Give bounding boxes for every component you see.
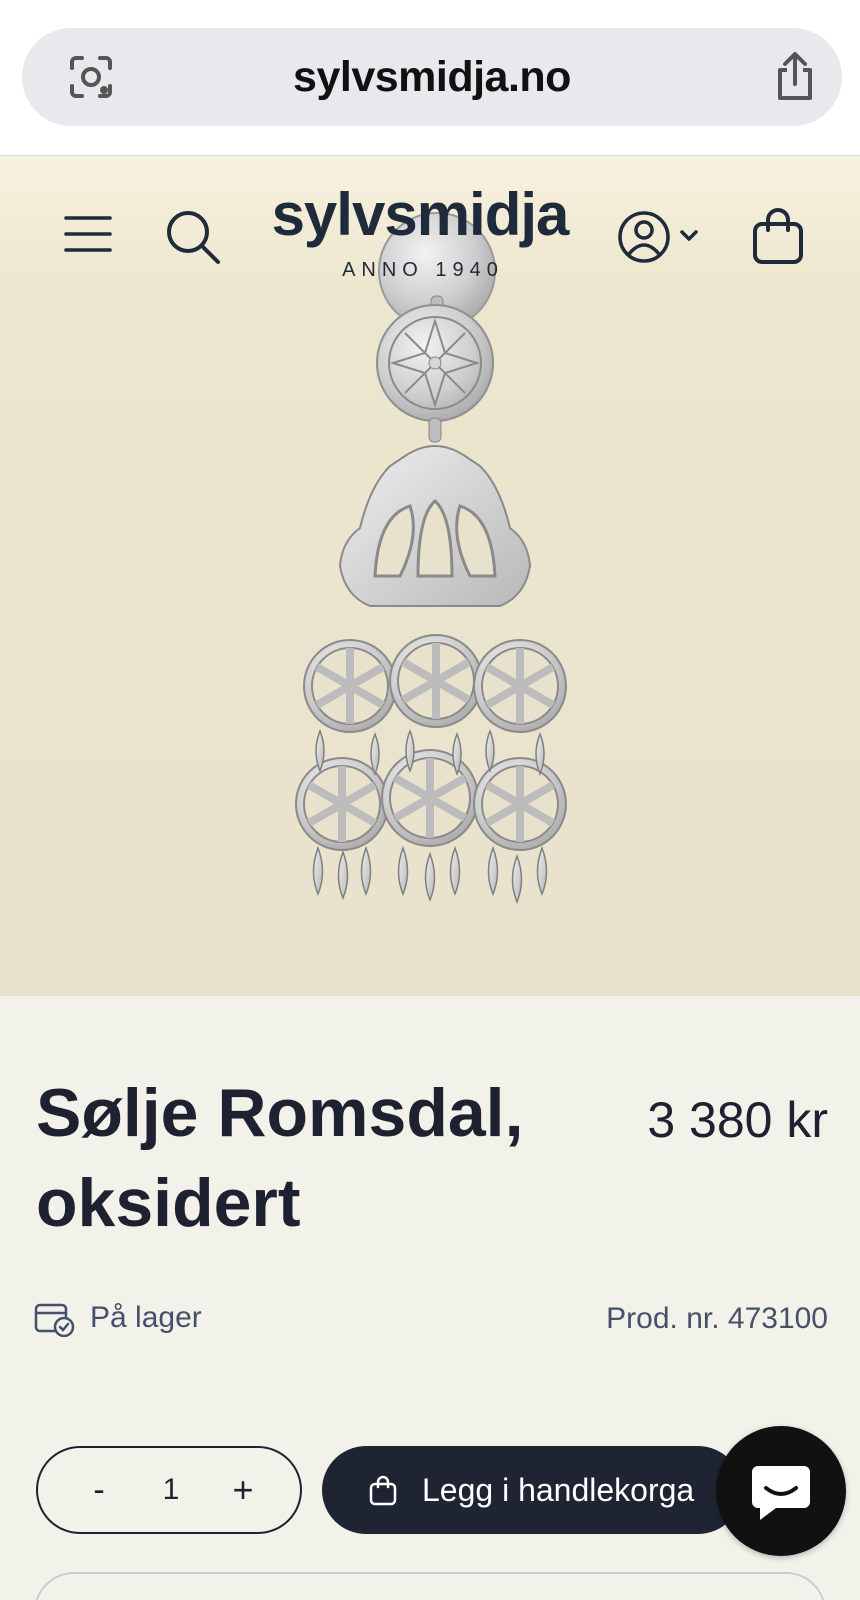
add-to-cart-label: Legg i handlekorga	[422, 1472, 695, 1508]
quantity-increase-button[interactable]: +	[218, 1448, 268, 1532]
site-header: sylvsmidja ANNO 1940	[0, 156, 860, 306]
url-text[interactable]: sylvsmidja.no	[22, 28, 842, 126]
menu-icon[interactable]	[62, 212, 114, 256]
address-bar[interactable]: sylvsmidja.no	[22, 28, 842, 126]
quantity-value[interactable]: 1	[138, 1448, 204, 1532]
add-to-cart-button[interactable]: Legg i handlekorga	[322, 1446, 742, 1534]
shopping-bag-icon	[368, 1474, 398, 1506]
lens-icon[interactable]	[66, 52, 116, 102]
account-menu-button[interactable]	[614, 206, 704, 268]
share-icon[interactable]	[770, 50, 820, 104]
product-price: 3 380 kr	[647, 1092, 828, 1148]
quantity-stepper: - 1 +	[36, 1446, 302, 1534]
chat-bubble-icon	[752, 1466, 810, 1520]
browser-bar: sylvsmidja.no	[0, 0, 860, 156]
stock-status: På lager	[34, 1298, 202, 1338]
product-title: Sølje Romsdal, oksidert	[36, 1075, 524, 1241]
secondary-action-button[interactable]	[34, 1572, 826, 1600]
logo-subtitle: ANNO 1940	[342, 259, 504, 281]
site-logo[interactable]: sylvsmidja ANNO 1940	[240, 182, 600, 292]
in-stock-box-icon	[34, 1299, 76, 1338]
product-number: Prod. nr. 473100	[606, 1302, 828, 1335]
stock-text: På lager	[90, 1301, 202, 1334]
logo-wordmark: sylvsmidja	[271, 181, 570, 248]
shopping-bag-icon[interactable]	[750, 206, 806, 266]
search-icon[interactable]	[164, 208, 222, 266]
chat-launcher-button[interactable]	[716, 1426, 846, 1556]
quantity-decrease-button[interactable]: -	[74, 1448, 124, 1532]
